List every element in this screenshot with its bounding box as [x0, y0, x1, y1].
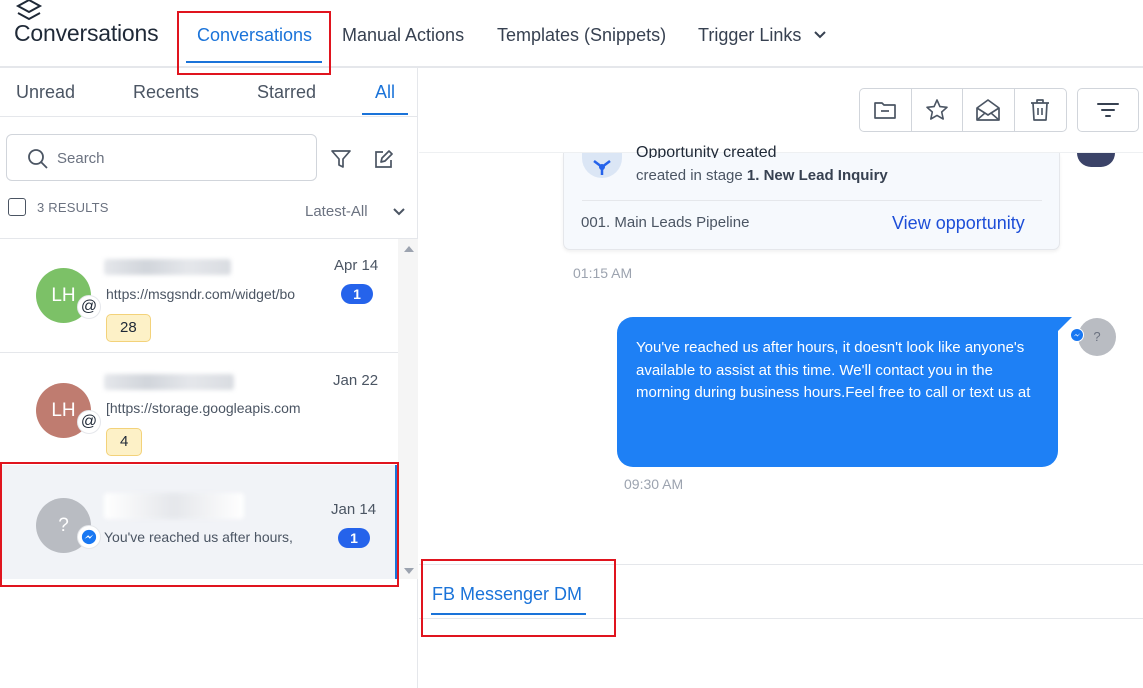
filter-tab-unread[interactable]: Unread: [16, 82, 75, 103]
move-to-folder-button[interactable]: [860, 89, 912, 131]
unread-count-badge: 1: [341, 284, 373, 304]
compose-edit-icon[interactable]: [373, 149, 394, 170]
message-bubble: You've reached us after hours, it doesn'…: [617, 317, 1058, 467]
search-input[interactable]: [57, 147, 307, 169]
messenger-icon: [77, 525, 101, 549]
divider: [419, 564, 1143, 565]
avatar-initials: LH: [51, 400, 76, 421]
conversation-detail-panel: Opportunity created created in stage 1. …: [419, 68, 1143, 688]
star-icon: [925, 99, 948, 120]
top-nav-bar: Conversations Conversations Manual Actio…: [0, 0, 1143, 68]
results-count: 3 RESULTS: [37, 200, 109, 215]
opportunity-stage-prefix: created in stage: [636, 167, 747, 184]
filter-lines-button[interactable]: [1077, 88, 1139, 132]
tag-badge: 4: [106, 428, 143, 456]
scrollbar[interactable]: [398, 239, 418, 579]
tag-badge: 28: [106, 314, 151, 342]
conversation-list-panel: Unread Recents Starred All 3 RESULTS Lat…: [0, 68, 418, 688]
email-icon: @: [77, 295, 101, 319]
opportunity-title: Opportunity created: [636, 144, 777, 158]
avatar-initials: ?: [58, 515, 69, 536]
contact-name-redacted: [104, 374, 234, 390]
message-timestamp: 01:15 AM: [573, 265, 633, 281]
contact-name-redacted: [104, 493, 244, 519]
conversation-row-selected[interactable]: ? You've reached us after hours, Jan 14 …: [0, 465, 398, 579]
email-icon: @: [77, 410, 101, 434]
conversation-date: Jan 14: [331, 501, 377, 518]
search-icon: [28, 149, 48, 169]
view-opportunity-link[interactable]: View opportunity: [892, 213, 1025, 234]
nav-tab-manual-actions[interactable]: Manual Actions: [342, 25, 464, 46]
folder-icon: [874, 102, 897, 119]
message-preview: [https://storage.googleapis.com: [106, 400, 301, 416]
opportunity-stage: created in stage 1. New Lead Inquiry: [636, 167, 888, 184]
search-box[interactable]: [6, 134, 317, 181]
message-text: You've reached us after hours, it doesn'…: [636, 339, 1031, 401]
conversation-toolbar: [859, 88, 1067, 132]
compose-tab-active-underline: [431, 613, 586, 615]
filter-tab-starred[interactable]: Starred: [257, 82, 316, 103]
opportunity-stage-name: 1. New Lead Inquiry: [746, 167, 888, 184]
filter-lines-icon: [1097, 103, 1119, 117]
contact-name-redacted: [104, 259, 231, 275]
app-title: Conversations: [14, 20, 159, 46]
opportunity-icon: [582, 153, 622, 178]
envelope-open-icon: [976, 99, 1001, 121]
filter-tab-active-underline: [362, 113, 408, 115]
scroll-down-arrow-icon[interactable]: [404, 568, 414, 574]
message-preview: You've reached us after hours,: [104, 529, 293, 545]
mark-read-button[interactable]: [963, 89, 1015, 131]
delete-button[interactable]: [1015, 89, 1067, 131]
message-preview: https://msgsndr.com/widget/bo: [106, 286, 296, 302]
nav-tab-templates[interactable]: Templates (Snippets): [497, 25, 666, 46]
divider: [419, 618, 1143, 619]
unread-count-badge: 1: [338, 528, 370, 548]
filter-tab-all[interactable]: All: [375, 82, 395, 103]
message-timestamp: 09:30 AM: [624, 476, 684, 492]
nav-tab-active-underline: [186, 61, 322, 63]
filter-funnel-icon[interactable]: [330, 148, 352, 170]
scroll-up-arrow-icon[interactable]: [404, 246, 414, 252]
trash-icon: [1031, 99, 1050, 121]
message-bubble-tail: [1058, 317, 1072, 331]
opportunity-card: Opportunity created created in stage 1. …: [563, 144, 1060, 250]
divider: [0, 116, 418, 117]
nav-tab-conversations[interactable]: Conversations: [197, 25, 312, 46]
sort-dropdown[interactable]: Latest-All: [305, 203, 368, 220]
select-all-checkbox[interactable]: [8, 198, 26, 216]
conversation-date: Apr 14: [334, 257, 379, 274]
messenger-icon: [1070, 328, 1084, 342]
conversation-row[interactable]: LH @ https://msgsndr.com/widget/bo Apr 1…: [0, 239, 398, 353]
chevron-down-icon[interactable]: [392, 205, 406, 219]
avatar-initials: LH: [51, 285, 76, 306]
avatar: [1077, 153, 1115, 167]
nav-tab-trigger-links[interactable]: Trigger Links: [698, 25, 801, 46]
conversation-date: Jan 22: [333, 372, 379, 389]
star-button[interactable]: [912, 89, 963, 131]
conversation-row[interactable]: LH @ [https://storage.googleapis.com Jan…: [0, 354, 398, 468]
divider: [582, 200, 1042, 201]
compose-channel-tab-fb-messenger[interactable]: FB Messenger DM: [432, 584, 582, 605]
opportunity-pipeline: 001. Main Leads Pipeline: [581, 214, 750, 231]
chevron-down-icon[interactable]: [812, 27, 828, 43]
filter-tab-recents[interactable]: Recents: [133, 82, 199, 103]
